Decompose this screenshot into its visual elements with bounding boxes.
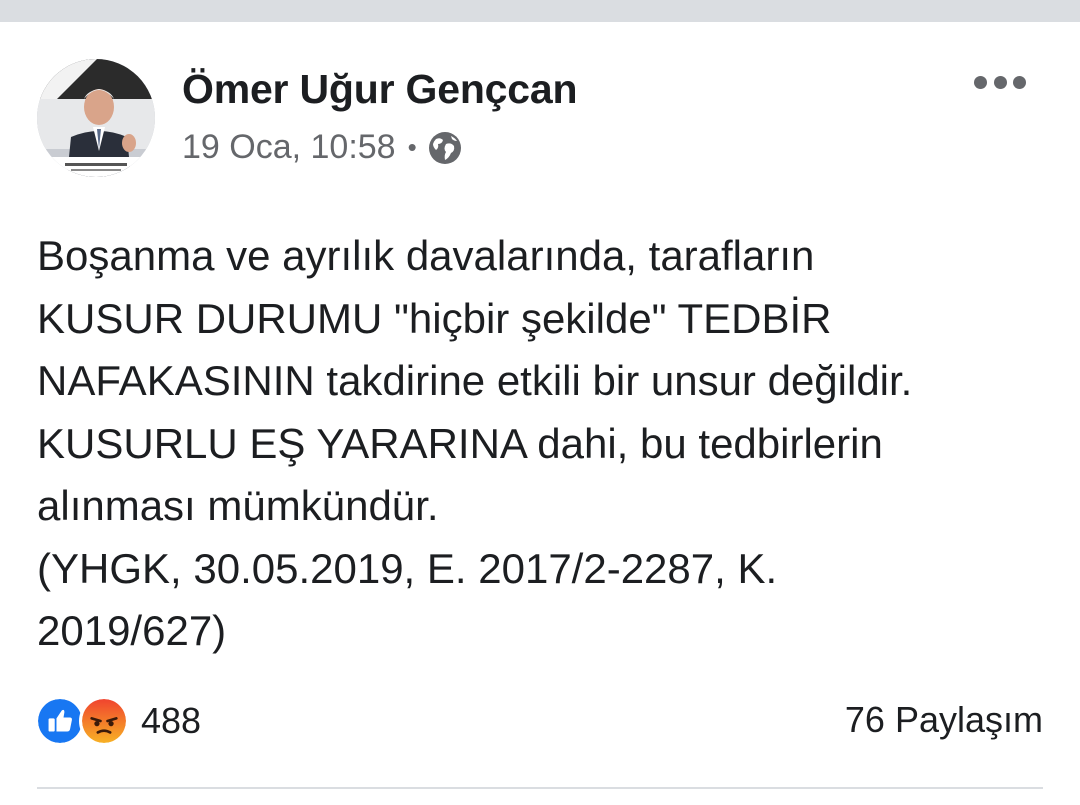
divider bbox=[37, 787, 1043, 789]
more-options-button[interactable] bbox=[970, 64, 1030, 100]
post-text-line: KUSUR DURUMU "hiçbir şekilde" TEDBİR bbox=[37, 294, 832, 342]
avatar-photo bbox=[37, 59, 155, 177]
angry-icon bbox=[79, 696, 129, 746]
post-text-line: Boşanma ve ayrılık davalarında, taraflar… bbox=[37, 232, 815, 279]
more-dot bbox=[1013, 75, 1026, 89]
post-timestamp[interactable]: 19 Oca, 10:58 bbox=[182, 128, 396, 167]
post-text-line: NAFAKASININ takdirine etkili bir unsur d… bbox=[37, 357, 913, 404]
post-text-line: 2019/627) bbox=[37, 607, 227, 654]
post-meta: 19 Oca, 10:58 • bbox=[182, 128, 463, 167]
post-body: Boşanma ve ayrılık davalarında, taraflar… bbox=[37, 225, 1047, 663]
post-card: Ömer Uğur Gençcan 19 Oca, 10:58 • Boşanm… bbox=[0, 22, 1080, 805]
author-name[interactable]: Ömer Uğur Gençcan bbox=[182, 66, 578, 113]
meta-separator: • bbox=[407, 132, 417, 162]
globe-icon[interactable] bbox=[427, 130, 463, 166]
more-dot bbox=[974, 75, 987, 89]
post-text-line: KUSURLU EŞ YARARINA dahi, bu tedbirlerin bbox=[37, 419, 883, 467]
post-text-line: alınması mümkündür. bbox=[37, 482, 439, 529]
author-avatar[interactable] bbox=[37, 59, 155, 177]
reaction-count: 488 bbox=[141, 700, 202, 741]
top-separator bbox=[0, 0, 1080, 22]
share-count[interactable]: 76 Paylaşım bbox=[845, 699, 1043, 741]
more-dot bbox=[993, 75, 1007, 89]
post-text-line: (YHGK, 30.05.2019, E. 2017/2-2287, K. bbox=[37, 544, 778, 592]
reaction-summary[interactable]: 488 bbox=[35, 696, 201, 746]
like-icon bbox=[35, 696, 85, 746]
